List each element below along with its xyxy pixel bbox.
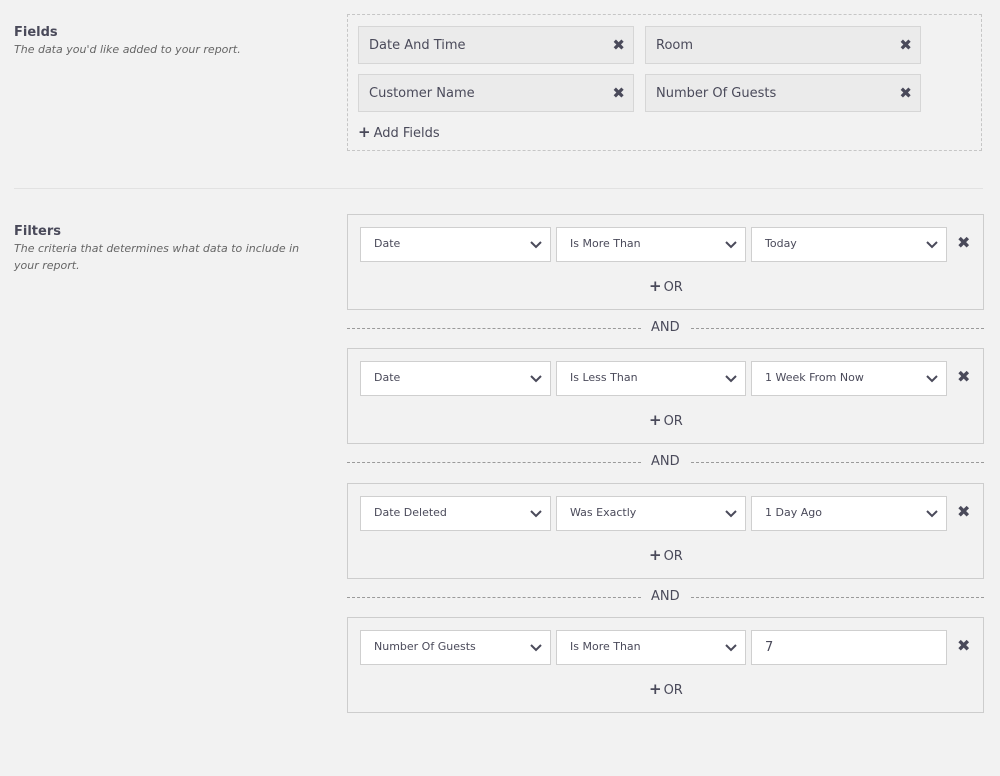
filter-field-select[interactable]: Date Deleted [360,496,551,531]
fields-container: Date And Time ✖ Room ✖ Customer Name ✖ N… [347,14,982,151]
add-or-button[interactable]: + OR [649,546,683,564]
add-fields-label: Add Fields [373,126,440,141]
field-chip-label: Date And Time [369,38,466,53]
field-chip-customer-name: Customer Name ✖ [358,74,634,112]
filter-group: Date Is Less Than 1 Week From Now ✖ + OR [347,348,984,444]
chevron-down-icon [530,510,542,518]
chevron-down-icon [725,510,737,518]
add-or-button[interactable]: + OR [649,277,683,295]
select-value: 1 Week From Now [765,371,864,384]
field-chip-label: Customer Name [369,86,475,101]
chevron-down-icon [530,375,542,383]
chevron-down-icon [926,510,938,518]
select-value: Date [374,237,401,250]
and-separator: AND [347,587,984,607]
plus-icon: + [649,546,662,564]
filter-field-select[interactable]: Date [360,361,551,396]
filter-value-input[interactable]: 7 [751,630,947,665]
select-value: Was Exactly [570,506,637,519]
remove-filter-icon[interactable]: ✖ [957,233,970,253]
remove-field-icon[interactable]: ✖ [612,83,625,103]
chevron-down-icon [725,644,737,652]
filter-operator-select[interactable]: Was Exactly [556,496,746,531]
chevron-down-icon [725,241,737,249]
filter-value-select[interactable]: 1 Day Ago [751,496,947,531]
filters-title: Filters [14,224,61,239]
or-label: OR [663,549,683,564]
plus-icon: + [649,277,662,295]
field-chip-room: Room ✖ [645,26,921,64]
add-or-button[interactable]: + OR [649,411,683,429]
plus-icon: + [649,680,662,698]
select-value: Is More Than [570,237,641,250]
filter-group: Number Of Guests Is More Than 7 ✖ + OR [347,617,984,713]
and-label: AND [651,320,680,335]
field-chip-number-of-guests: Number Of Guests ✖ [645,74,921,112]
remove-field-icon[interactable]: ✖ [899,35,912,55]
select-value: Is Less Than [570,371,638,384]
and-separator: AND [347,452,984,472]
field-chip-label: Number Of Guests [656,86,777,101]
plus-icon: + [649,411,662,429]
select-value: Is More Than [570,640,641,653]
select-value: 1 Day Ago [765,506,822,519]
field-chip-label: Room [656,38,694,53]
plus-icon: + [358,123,371,141]
add-or-button[interactable]: + OR [649,680,683,698]
filter-field-select[interactable]: Date [360,227,551,262]
filter-operator-select[interactable]: Is More Than [556,227,746,262]
chevron-down-icon [725,375,737,383]
filter-operator-select[interactable]: Is More Than [556,630,746,665]
select-value: Today [765,237,797,250]
remove-field-icon[interactable]: ✖ [612,35,625,55]
chevron-down-icon [530,241,542,249]
filter-operator-select[interactable]: Is Less Than [556,361,746,396]
or-label: OR [663,414,683,429]
field-chip-date-and-time: Date And Time ✖ [358,26,634,64]
filter-group: Date Deleted Was Exactly 1 Day Ago ✖ + OR [347,483,984,579]
filter-value-select[interactable]: Today [751,227,947,262]
and-label: AND [651,454,680,469]
chevron-down-icon [926,375,938,383]
or-label: OR [663,683,683,698]
filter-value-select[interactable]: 1 Week From Now [751,361,947,396]
and-label: AND [651,589,680,604]
input-value: 7 [765,640,774,655]
remove-filter-icon[interactable]: ✖ [957,367,970,387]
chevron-down-icon [530,644,542,652]
select-value: Date Deleted [374,506,447,519]
chevron-down-icon [926,241,938,249]
remove-filter-icon[interactable]: ✖ [957,636,970,656]
add-fields-button[interactable]: + Add Fields [358,123,440,141]
and-separator: AND [347,318,984,338]
filter-group: Date Is More Than Today ✖ + OR [347,214,984,310]
or-label: OR [663,280,683,295]
remove-filter-icon[interactable]: ✖ [957,502,970,522]
remove-field-icon[interactable]: ✖ [899,83,912,103]
fields-description: The data you'd like added to your report… [14,43,241,56]
filters-description: The criteria that determines what data t… [14,242,300,272]
section-divider [14,188,983,189]
filter-field-select[interactable]: Number Of Guests [360,630,551,665]
select-value: Date [374,371,401,384]
select-value: Number Of Guests [374,640,476,653]
fields-title: Fields [14,25,58,40]
